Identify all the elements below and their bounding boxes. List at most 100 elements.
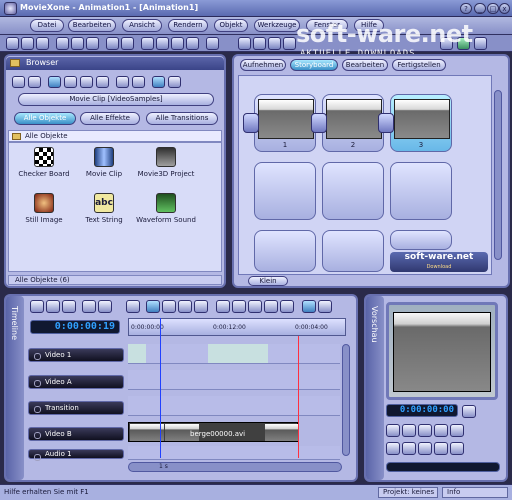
volume-slider[interactable] xyxy=(386,462,500,472)
browser-tool-7[interactable] xyxy=(116,76,129,88)
tl-tool-8[interactable] xyxy=(162,300,176,313)
storyboard-empty-9[interactable] xyxy=(390,230,452,250)
browser-tool-9[interactable] xyxy=(152,76,165,88)
view-4-icon[interactable] xyxy=(283,37,296,50)
menu-edit[interactable]: Bearbeiten xyxy=(68,19,116,32)
track-video-b[interactable]: Video B xyxy=(28,427,124,441)
mark-in-icon[interactable] xyxy=(418,442,432,455)
browser-tool-3[interactable] xyxy=(48,76,61,88)
view-3-icon[interactable] xyxy=(268,37,281,50)
storyboard-empty-5[interactable] xyxy=(322,162,384,220)
mark-out-icon[interactable] xyxy=(434,442,448,455)
cut-icon[interactable] xyxy=(56,37,69,50)
loop-icon[interactable] xyxy=(402,442,416,455)
stop-icon[interactable] xyxy=(386,442,400,455)
paste-icon[interactable] xyxy=(86,37,99,50)
zoom-selector[interactable]: Klein xyxy=(248,276,288,286)
view-2-icon[interactable] xyxy=(253,37,266,50)
browser-tool-5[interactable] xyxy=(80,76,93,88)
storyboard-frame-3[interactable]: 3 xyxy=(390,94,452,152)
export-icon[interactable] xyxy=(474,37,487,50)
browser-tool-4[interactable] xyxy=(64,76,77,88)
to-end-icon[interactable] xyxy=(450,424,464,437)
step-back-icon[interactable] xyxy=(402,424,416,437)
storyboard-empty-4[interactable] xyxy=(254,162,316,220)
filter-all-transitions[interactable]: Alle Transitions xyxy=(146,112,218,125)
menu-render[interactable]: Rendern xyxy=(168,19,208,32)
tl-tool-17[interactable] xyxy=(318,300,332,313)
render-icon[interactable] xyxy=(141,37,154,50)
transition-slot-1[interactable] xyxy=(243,113,259,133)
tl-tool-5[interactable] xyxy=(98,300,112,313)
step-forward-icon[interactable] xyxy=(434,424,448,437)
storyboard-empty-8[interactable] xyxy=(322,230,384,272)
storyboard-empty-6[interactable] xyxy=(390,162,452,220)
open-icon[interactable] xyxy=(21,37,34,50)
tl-tool-16[interactable] xyxy=(302,300,316,313)
tl-tool-11[interactable] xyxy=(216,300,230,313)
timeline-side-tab[interactable]: Timeline xyxy=(6,296,24,480)
maximize-button[interactable]: □ xyxy=(487,3,499,14)
storyboard-frame-2[interactable]: 2 xyxy=(322,94,384,152)
storyboard-empty-7[interactable] xyxy=(254,230,316,272)
track-transition[interactable]: Transition xyxy=(28,401,124,415)
tl-tool-9[interactable] xyxy=(178,300,192,313)
storyboard-frame-1[interactable]: 1 xyxy=(254,94,316,152)
storyboard-scrollbar[interactable] xyxy=(494,90,502,260)
play-preview-icon[interactable] xyxy=(418,424,432,437)
copy-icon[interactable] xyxy=(71,37,84,50)
menu-tools[interactable]: Werkzeuge xyxy=(254,19,300,32)
track-video-a[interactable]: Video A xyxy=(28,375,124,389)
tab-capture[interactable]: Aufnehmen xyxy=(240,59,286,71)
menu-view[interactable]: Ansicht xyxy=(122,19,162,32)
preview-side-tab[interactable]: Vorschau xyxy=(366,296,384,480)
browser-tool-8[interactable] xyxy=(132,76,145,88)
menu-object[interactable]: Objekt xyxy=(214,19,248,32)
transition-slot-2[interactable] xyxy=(311,113,327,133)
browser-tool-2[interactable] xyxy=(28,76,41,88)
settings-icon[interactable] xyxy=(171,37,184,50)
play-icon[interactable] xyxy=(156,37,169,50)
minimize-button[interactable]: _ xyxy=(474,3,486,14)
tl-select-icon[interactable] xyxy=(146,300,160,313)
timeline-vscroll[interactable] xyxy=(342,344,350,456)
playhead[interactable] xyxy=(160,318,161,458)
save-icon[interactable] xyxy=(36,37,49,50)
fullscreen-icon[interactable] xyxy=(450,442,464,455)
redo-icon[interactable] xyxy=(121,37,134,50)
tree-root[interactable]: Alle Objekte xyxy=(8,130,222,142)
tools-icon[interactable] xyxy=(186,37,199,50)
tl-tool-4[interactable] xyxy=(82,300,96,313)
track-video-1[interactable]: Video 1 xyxy=(28,348,124,362)
menu-file[interactable]: Datei xyxy=(30,19,64,32)
track-audio-1[interactable]: Audio 1 xyxy=(28,449,124,461)
preview-option-icon[interactable] xyxy=(462,405,476,418)
tl-tool-6[interactable] xyxy=(126,300,140,313)
filter-all-objects[interactable]: Alle Objekte xyxy=(14,112,76,125)
tab-edit[interactable]: Bearbeiten xyxy=(342,59,388,71)
tl-tool-15[interactable] xyxy=(280,300,294,313)
browser-tool-6[interactable] xyxy=(96,76,109,88)
new-icon[interactable] xyxy=(6,37,19,50)
transition-slot-3[interactable] xyxy=(378,113,394,133)
help-icon[interactable] xyxy=(206,37,219,50)
tl-tool-10[interactable] xyxy=(194,300,208,313)
list-item-movie3d-project[interactable]: Movie3D Project xyxy=(131,147,201,178)
tab-finish[interactable]: Fertigstellen xyxy=(392,59,446,71)
tab-storyboard[interactable]: Storyboard xyxy=(290,59,338,71)
tl-tool-12[interactable] xyxy=(232,300,246,313)
filter-all-effects[interactable]: Alle Effekte xyxy=(80,112,140,125)
browser-tool-10[interactable] xyxy=(168,76,181,88)
app-icon[interactable] xyxy=(4,2,17,15)
list-item-waveform-sound[interactable]: Waveform Sound xyxy=(131,193,201,224)
help-window-icon[interactable]: ? xyxy=(460,3,472,14)
tl-tool-3[interactable] xyxy=(62,300,76,313)
timeline-hscroll[interactable]: 1 s xyxy=(128,462,342,472)
end-marker[interactable] xyxy=(298,336,299,458)
source-selector[interactable]: Movie Clip [VideoSamples] xyxy=(18,93,214,106)
tl-tool-2[interactable] xyxy=(46,300,60,313)
close-button[interactable]: x xyxy=(499,3,510,14)
list-item-text-string[interactable]: abc Text String xyxy=(69,193,139,224)
tl-tool-1[interactable] xyxy=(30,300,44,313)
tl-tool-13[interactable] xyxy=(248,300,262,313)
